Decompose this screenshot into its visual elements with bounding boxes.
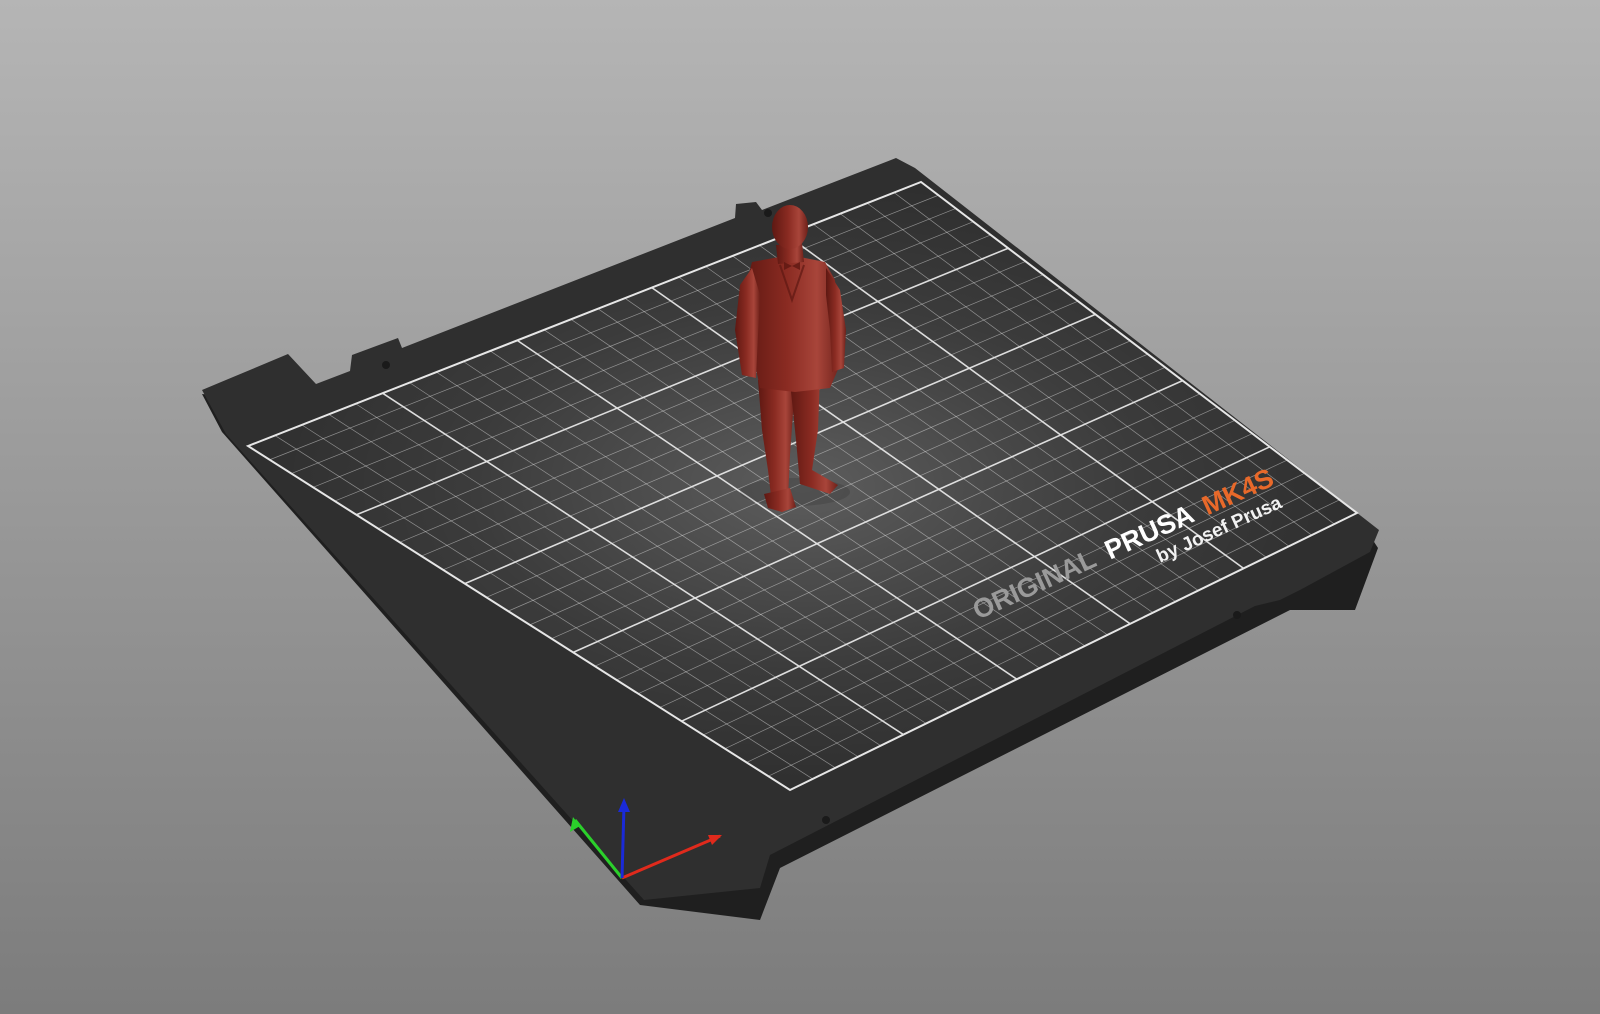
model-shadow [740,478,850,506]
z-axis [620,804,626,879]
model-head [772,205,808,249]
3d-viewport[interactable]: ORIGINAL PRUSA MK4S by Josef Prusa [0,0,1600,1014]
bed-hole [764,209,772,217]
bed-hole [1233,611,1241,619]
scene-canvas[interactable]: ORIGINAL PRUSA MK4S by Josef Prusa [0,0,1600,1014]
bed-hole [382,361,390,369]
bed-hole [822,816,830,824]
